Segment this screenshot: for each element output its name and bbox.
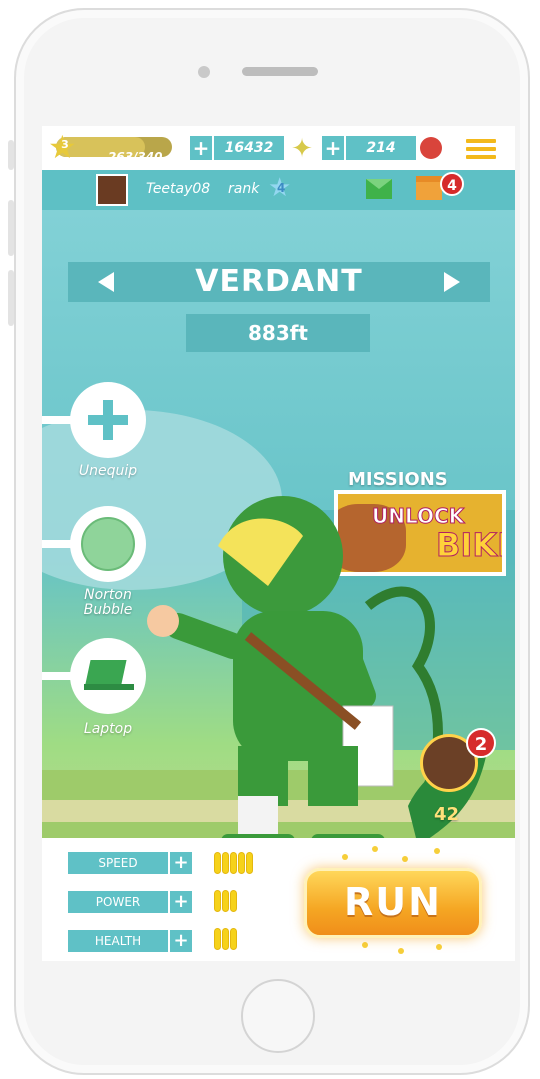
ball-icon: [420, 137, 442, 159]
stat-pip: [246, 852, 253, 874]
level-name: VERDANT: [195, 264, 363, 299]
status-bar: 263/340 ★ 3 + 16432 ✦ + 214: [42, 126, 515, 170]
upgrade-speed-button[interactable]: +: [170, 852, 192, 874]
shuriken-icon: ✦: [291, 134, 313, 164]
avatar[interactable]: [96, 174, 128, 206]
menu-icon[interactable]: [466, 139, 496, 163]
stat-pip: [230, 928, 237, 950]
upgrade-panel: SPEED + POWER + HEALTH + RUN: [42, 838, 515, 961]
health-level-pips: [214, 928, 238, 952]
gift-icon[interactable]: [416, 176, 442, 200]
level-selector: VERDANT: [68, 262, 490, 302]
speed-level-pips: [214, 852, 254, 876]
gift-badge: 4: [440, 172, 464, 196]
pickup-badge: 2: [466, 728, 496, 758]
world-view: VERDANT 883ft Unequip Norton Bubble Lapt…: [42, 210, 515, 908]
sparkle: [342, 854, 348, 860]
sparkle: [436, 944, 442, 950]
next-level-button[interactable]: [444, 272, 460, 292]
rank-value: 4: [277, 181, 286, 195]
stat-speed: SPEED +: [68, 852, 192, 874]
stat-label: POWER: [68, 891, 168, 913]
shuriken-count: 16432: [214, 136, 284, 160]
run-button[interactable]: RUN: [304, 868, 482, 938]
stat-label: HEALTH: [68, 930, 168, 952]
buy-shuriken-button[interactable]: +: [190, 136, 212, 160]
stat-pip: [222, 852, 229, 874]
upgrade-power-button[interactable]: +: [170, 891, 192, 913]
volume-up-button: [8, 200, 14, 256]
sparkle: [398, 948, 404, 954]
stat-pip: [222, 928, 229, 950]
profile-bar: Teetay08 rank ★ 4 4: [42, 170, 515, 210]
sparkle: [372, 846, 378, 852]
mail-icon[interactable]: [366, 179, 392, 199]
stat-pip: [214, 890, 221, 912]
level-distance: 883ft: [186, 314, 370, 352]
power-level-pips: [214, 890, 238, 914]
sparkle: [402, 856, 408, 862]
ninja-character: [147, 496, 488, 848]
mute-switch: [8, 140, 14, 170]
stat-pip: [214, 928, 221, 950]
home-button[interactable]: [241, 979, 315, 1053]
rank-label: rank: [228, 181, 260, 197]
front-camera: [198, 66, 210, 78]
sparkle: [362, 942, 368, 948]
player-level: 3: [61, 138, 69, 151]
xp-text: 263/340: [108, 150, 163, 164]
pickup-count: 42: [434, 804, 460, 825]
buy-ball-button[interactable]: +: [322, 136, 344, 160]
stat-pip: [214, 852, 221, 874]
sparkle: [434, 848, 440, 854]
stat-power: POWER +: [68, 891, 192, 913]
upgrade-health-button[interactable]: +: [170, 930, 192, 952]
stat-pip: [238, 852, 245, 874]
volume-down-button: [8, 270, 14, 326]
stat-label: SPEED: [68, 852, 168, 874]
stat-pip: [230, 852, 237, 874]
stat-pip: [222, 890, 229, 912]
earpiece-speaker: [242, 67, 318, 76]
stat-pip: [230, 890, 237, 912]
game-screen: 263/340 ★ 3 + 16432 ✦ + 214 Teetay08 ran…: [42, 126, 515, 961]
username: Teetay08: [146, 181, 211, 197]
ball-count: 214: [346, 136, 416, 160]
stat-health: HEALTH +: [68, 930, 192, 952]
